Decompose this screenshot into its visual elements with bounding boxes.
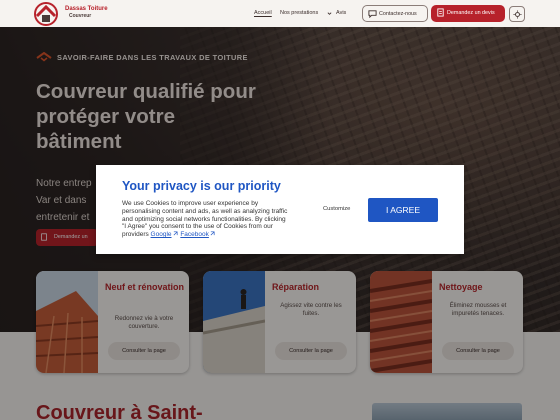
sun-icon [513, 10, 522, 19]
theme-toggle-button[interactable] [509, 6, 525, 22]
nav-home[interactable]: Accueil [254, 10, 272, 16]
nav-services[interactable]: Nos prestations [280, 10, 318, 16]
house-logo-icon [34, 2, 58, 26]
logo-subtitle: Couvreur [69, 13, 92, 19]
external-link-icon [210, 231, 215, 236]
agree-button[interactable]: I AGREE [368, 198, 438, 222]
chat-icon [368, 10, 377, 18]
contact-button[interactable]: Contactez-nous [362, 5, 428, 22]
logo-name: Dassas Toiture [65, 6, 108, 12]
site-header: Dassas Toiture Couvreur Accueil Nos pres… [0, 0, 560, 27]
cookie-consent-dialog: Your privacy is our priority We use Cook… [96, 165, 464, 254]
google-link[interactable]: Google [151, 231, 172, 238]
cookie-dialog-text: We use Cookies to improve user experienc… [122, 200, 290, 239]
logo-text: Dassas Toiture Couvreur [65, 6, 125, 19]
nav-reviews[interactable]: Avis [336, 10, 346, 16]
chevron-down-icon [327, 12, 332, 15]
quote-button[interactable]: Demandez un devis [431, 5, 505, 22]
contact-button-label: Contactez-nous [379, 11, 417, 17]
document-icon [437, 8, 444, 17]
quote-button-label: Demandez un devis [447, 10, 495, 16]
cookie-dialog-title: Your privacy is our priority [122, 179, 281, 193]
customize-button[interactable]: Customize [323, 206, 350, 212]
facebook-link[interactable]: Facebook [180, 231, 209, 238]
external-link-icon [173, 231, 178, 236]
